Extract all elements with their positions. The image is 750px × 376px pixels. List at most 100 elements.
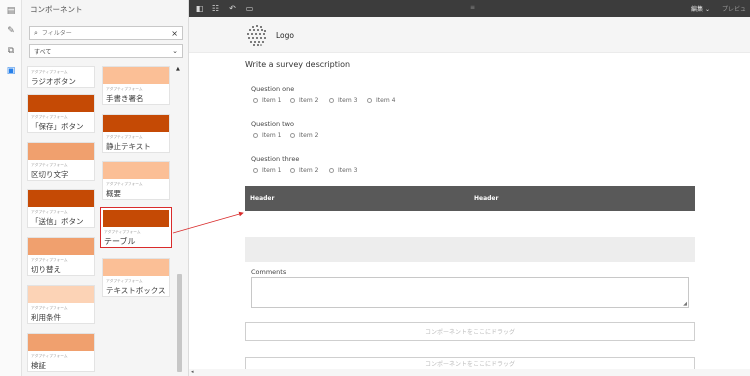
radio-option[interactable]: Item 4 xyxy=(367,97,395,104)
panel-scrollbar[interactable]: ▲ xyxy=(176,66,183,372)
radio-icon[interactable] xyxy=(253,98,258,103)
drop-zone[interactable]: コンポーネントをここにドラッグ xyxy=(245,322,695,341)
radio-option-label: Item 3 xyxy=(338,167,358,174)
radio-icon[interactable] xyxy=(329,168,334,173)
radio-icon[interactable] xyxy=(253,168,258,173)
table-header-cell: Header xyxy=(474,195,499,202)
radio-option[interactable]: Item 3 xyxy=(329,97,357,104)
logo-icon xyxy=(247,25,266,46)
component-card-static-text[interactable]: アダプティブフォーム 静止テキスト xyxy=(102,114,170,153)
assets-icon[interactable]: ⧉ xyxy=(4,44,18,58)
component-card-terms-and-conditions[interactable]: アダプティブフォーム 利用条件 xyxy=(27,285,95,324)
component-name: テキストボックス xyxy=(106,286,166,295)
component-card-radio-button[interactable]: アダプティブフォーム ラジオボタン xyxy=(27,66,95,88)
component-category: アダプティブフォーム xyxy=(31,210,68,214)
table-body-row[interactable] xyxy=(245,237,695,262)
component-category: アダプティブフォーム xyxy=(104,230,141,234)
radio-option-label: Item 1 xyxy=(262,97,282,104)
radio-option[interactable]: Item 2 xyxy=(290,132,318,139)
component-color-swatch xyxy=(103,259,169,276)
mode-label: 編集 xyxy=(691,6,704,13)
app-root: ▤ ✎ ⧉ ▣ コンポーネント ⌕ × すべて ⌄ アダプティブフォーム ラジオ… xyxy=(0,0,750,376)
radio-option[interactable]: Item 1 xyxy=(253,97,281,104)
component-color-swatch xyxy=(28,190,94,207)
component-name: 「保存」ボタン xyxy=(31,122,84,131)
component-category: アダプティブフォーム xyxy=(31,70,68,74)
logo-text: Logo xyxy=(276,31,294,40)
component-color-swatch xyxy=(103,67,169,84)
radio-icon[interactable] xyxy=(253,133,258,138)
radio-option-label: Item 2 xyxy=(299,97,319,104)
component-name: 区切り文字 xyxy=(31,170,69,179)
components-panel: コンポーネント ⌕ × すべて ⌄ アダプティブフォーム ラジオボタン アダプテ… xyxy=(22,0,189,376)
component-card-text-box[interactable]: アダプティブフォーム テキストボックス xyxy=(102,258,170,297)
component-category: アダプティブフォーム xyxy=(106,135,143,139)
component-name: 静止テキスト xyxy=(106,142,151,151)
component-category: アダプティブフォーム xyxy=(31,115,68,119)
clear-icon[interactable]: × xyxy=(171,29,178,38)
component-color-swatch xyxy=(28,95,94,112)
radio-option-label: Item 2 xyxy=(299,132,319,139)
scroll-left-icon[interactable]: ◂ xyxy=(191,369,194,375)
question-one-label: Question one xyxy=(251,85,295,93)
radio-option-label: Item 4 xyxy=(376,97,396,104)
editor-canvas: Logo Write a survey description Question… xyxy=(189,17,750,376)
component-card-switch[interactable]: アダプティブフォーム 切り替え xyxy=(27,237,95,276)
component-card-signature[interactable]: アダプティブフォーム 手書き署名 xyxy=(102,66,170,105)
component-name: 利用条件 xyxy=(31,313,61,322)
component-category: アダプティブフォーム xyxy=(106,87,143,91)
question-three-label: Question three xyxy=(251,155,300,163)
scroll-thumb[interactable] xyxy=(177,274,182,372)
component-color-swatch xyxy=(28,286,94,303)
undo-icon[interactable]: ↶ xyxy=(227,3,238,14)
panel-title: コンポーネント xyxy=(30,5,83,14)
radio-option-label: Item 1 xyxy=(262,132,282,139)
component-card-summary[interactable]: アダプティブフォーム 概要 xyxy=(102,161,170,200)
form-header[interactable]: Logo xyxy=(189,17,750,53)
annotate-icon[interactable]: ▭ xyxy=(244,3,255,14)
group-filter-select[interactable]: すべて ⌄ xyxy=(29,44,183,58)
component-card-verify[interactable]: アダプティブフォーム 検証 xyxy=(27,333,95,372)
components-icon[interactable]: ▣ xyxy=(4,64,18,78)
side-panel-toggle-icon[interactable]: ▤ xyxy=(4,4,18,18)
properties-icon[interactable]: ☷ xyxy=(210,3,221,14)
component-category: アダプティブフォーム xyxy=(31,354,68,358)
component-category: アダプティブフォーム xyxy=(106,279,143,283)
toolbar-center-handle[interactable]: ≡ xyxy=(470,4,475,11)
radio-icon[interactable] xyxy=(329,98,334,103)
radio-option[interactable]: Item 1 xyxy=(253,167,281,174)
radio-icon[interactable] xyxy=(290,98,295,103)
component-card-save-button[interactable]: アダプティブフォーム 「保存」ボタン xyxy=(27,94,95,133)
component-category: アダプティブフォーム xyxy=(31,163,68,167)
radio-option[interactable]: Item 2 xyxy=(290,97,318,104)
drop-zone[interactable]: コンポーネントをここにドラッグ xyxy=(245,357,695,369)
component-name: ラジオボタン xyxy=(31,77,76,86)
radio-option[interactable]: Item 3 xyxy=(329,167,357,174)
toggle-side-panel-icon[interactable]: ◧ xyxy=(194,3,205,14)
component-card-separator[interactable]: アダプティブフォーム 区切り文字 xyxy=(27,142,95,181)
resize-handle-icon[interactable]: ◢ xyxy=(683,301,687,307)
canvas-horizontal-scrollbar[interactable]: ◂ xyxy=(189,369,750,376)
radio-option-label: Item 2 xyxy=(299,167,319,174)
comments-textarea[interactable]: ◢ xyxy=(251,277,689,308)
scroll-up-icon[interactable]: ▲ xyxy=(176,66,180,72)
component-card-table[interactable]: アダプティブフォーム テーブル xyxy=(100,207,172,248)
chevron-down-icon: ⌄ xyxy=(172,47,178,55)
radio-option[interactable]: Item 2 xyxy=(290,167,318,174)
editor-toolbar: ◧ ☷ ↶ ▭ ≡ 編集 ⌄ プレビュー xyxy=(189,0,750,22)
component-card-submit-button[interactable]: アダプティブフォーム 「送信」ボタン xyxy=(27,189,95,228)
mode-selector[interactable]: 編集 ⌄ xyxy=(691,4,710,13)
survey-description[interactable]: Write a survey description xyxy=(245,60,350,69)
component-name: 検証 xyxy=(31,361,46,370)
radio-icon[interactable] xyxy=(290,133,295,138)
wrench-icon[interactable]: ✎ xyxy=(4,24,18,38)
radio-icon[interactable] xyxy=(290,168,295,173)
component-name: 概要 xyxy=(106,189,121,198)
radio-option[interactable]: Item 1 xyxy=(253,132,281,139)
component-category: アダプティブフォーム xyxy=(31,258,68,262)
component-color-swatch xyxy=(103,115,169,132)
component-color-swatch xyxy=(28,334,94,351)
radio-icon[interactable] xyxy=(367,98,372,103)
table-header-row[interactable]: Header Header xyxy=(245,186,695,211)
search-input[interactable] xyxy=(41,29,162,37)
